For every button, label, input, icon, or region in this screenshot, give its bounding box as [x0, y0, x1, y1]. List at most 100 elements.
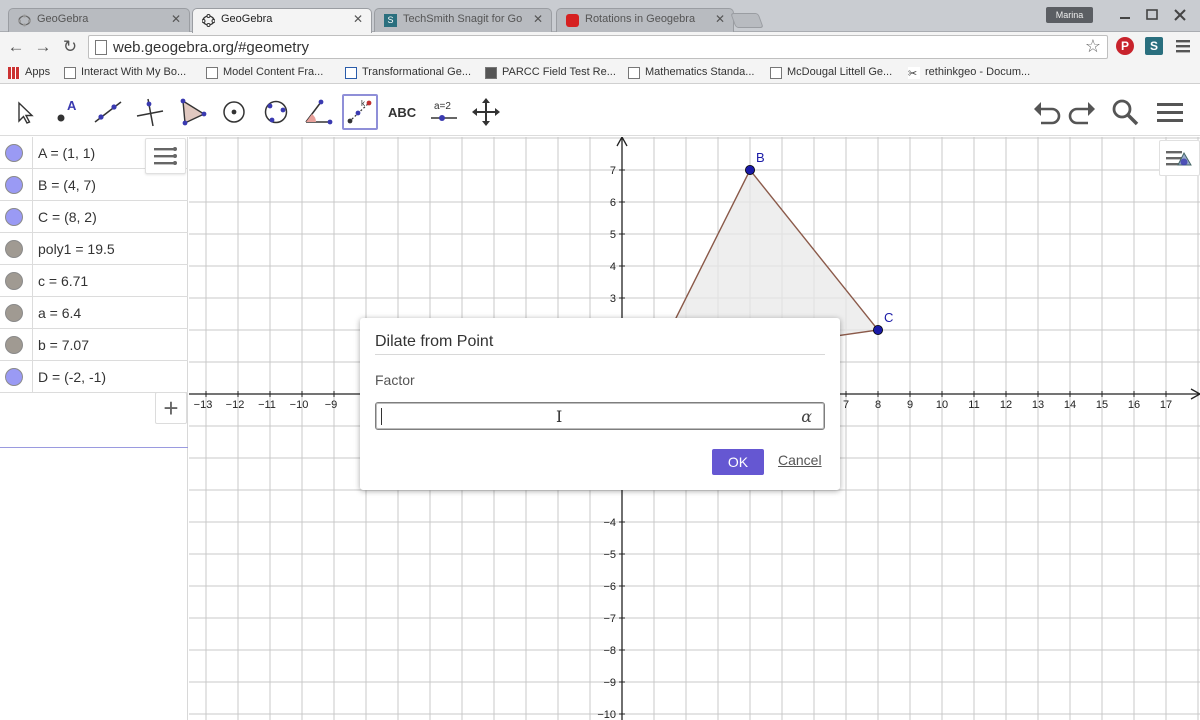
visibility-toggle-icon[interactable] — [5, 368, 23, 386]
point-c[interactable] — [873, 324, 884, 335]
line-tool-button[interactable] — [90, 94, 126, 130]
browser-tab-strip: GeoGebra ✕ GeoGebra ✕ S TechSmith Snagit… — [0, 0, 1200, 33]
bookmark-item[interactable]: Interact With My Bo... — [64, 66, 186, 79]
bookmark-label: Mathematics Standa... — [645, 66, 755, 78]
bookmark-page-icon — [64, 67, 76, 79]
tab-title: GeoGebra — [37, 13, 89, 25]
visibility-toggle-icon[interactable] — [5, 208, 23, 226]
dilate-tool-button[interactable]: k — [342, 94, 378, 130]
algebra-expression: A = (1, 1) — [38, 145, 96, 161]
bookmark-page-icon — [206, 67, 218, 79]
page-icon — [95, 40, 107, 55]
graphics-style-bar-button[interactable] — [1159, 140, 1200, 176]
x-tick-label: 9 — [907, 399, 913, 411]
x-tick-label: 16 — [1128, 399, 1140, 411]
x-tick-label: 8 — [875, 399, 881, 411]
visibility-toggle-icon[interactable] — [5, 272, 23, 290]
ok-button[interactable]: OK — [712, 449, 764, 475]
algebra-style-menu-button[interactable] — [145, 138, 186, 174]
bookmark-item[interactable]: McDougal Littell Ge... — [770, 66, 892, 79]
visibility-toggle-icon[interactable] — [5, 144, 23, 162]
algebra-expression: a = 6.4 — [38, 305, 82, 321]
x-tick-label: 17 — [1160, 399, 1172, 411]
move-graphics-tool-button[interactable] — [468, 94, 504, 130]
chrome-menu-icon[interactable] — [1174, 37, 1192, 55]
svg-text:A: A — [67, 98, 77, 113]
x-tick-label: 10 — [936, 399, 948, 411]
visibility-toggle-icon[interactable] — [5, 336, 23, 354]
bookmark-item[interactable]: Model Content Fra... — [206, 66, 323, 79]
line-icon — [94, 101, 122, 123]
bookmark-item[interactable]: ✂ rethinkgeo - Docum... — [908, 66, 1030, 80]
slider-tool-button[interactable]: a=2 — [426, 94, 462, 130]
visibility-toggle-icon[interactable] — [5, 240, 23, 258]
polygon-tool-button[interactable] — [174, 94, 210, 130]
point-tool-button[interactable]: A — [48, 94, 84, 130]
text-tool-button[interactable]: ABC — [384, 94, 420, 130]
dilate-factor-label: k — [361, 99, 366, 108]
algebra-item[interactable]: D = (-2, -1) — [0, 361, 188, 393]
bookmark-label: Transformational Ge... — [362, 66, 472, 78]
ellipse-tool-button[interactable] — [258, 94, 294, 130]
forward-arrow-icon[interactable]: → — [33, 37, 53, 57]
bookmark-page-icon — [770, 67, 782, 79]
bookmark-item[interactable]: PARCC Field Test Re... — [485, 66, 616, 79]
algebra-item[interactable]: a = 6.4 — [0, 297, 188, 329]
redo-icon[interactable] — [1067, 97, 1097, 127]
algebra-item[interactable]: b = 7.07 — [0, 329, 188, 361]
bookmark-star-icon[interactable]: ☆ — [1085, 36, 1101, 57]
mouse-ibeam-icon: I — [556, 407, 563, 426]
algebra-menu-icon — [154, 147, 177, 165]
bookmark-apps[interactable]: Apps — [8, 66, 50, 79]
search-icon[interactable] — [1110, 97, 1140, 127]
snagit-extension-icon[interactable]: S — [1145, 37, 1163, 55]
tab-close-icon[interactable]: ✕ — [171, 12, 181, 26]
bookmark-page-icon — [628, 67, 640, 79]
tab-rotations[interactable]: Rotations in Geogebra ✕ — [556, 8, 734, 32]
add-object-button[interactable]: + — [155, 392, 187, 424]
visibility-toggle-icon[interactable] — [5, 304, 23, 322]
parcc-icon — [485, 67, 497, 79]
minimize-icon[interactable] — [1113, 6, 1137, 24]
url-bar[interactable]: web.geogebra.org/#geometry ☆ — [88, 35, 1108, 59]
undo-icon[interactable] — [1032, 97, 1062, 127]
move-graphics-icon — [472, 98, 500, 126]
tab-close-icon[interactable]: ✕ — [353, 12, 363, 26]
tab-close-icon[interactable]: ✕ — [715, 12, 725, 26]
factor-label: Factor — [375, 372, 415, 388]
tab-geogebra-2[interactable]: GeoGebra ✕ — [192, 8, 372, 33]
geogebra-favicon-icon — [18, 14, 31, 27]
point-b[interactable] — [745, 164, 756, 175]
row-divider — [32, 297, 33, 328]
tab-geogebra-1[interactable]: GeoGebra ✕ — [8, 8, 190, 32]
bookmark-item[interactable]: Transformational Ge... — [345, 66, 472, 79]
x-tick-label: −13 — [194, 399, 213, 411]
symbol-keyboard-button[interactable]: α — [801, 407, 812, 426]
circle-tool-button[interactable] — [216, 94, 252, 130]
x-tick-label: 12 — [1000, 399, 1012, 411]
move-tool-button[interactable] — [6, 94, 42, 130]
y-tick-label: −7 — [603, 613, 616, 625]
tab-snagit[interactable]: S TechSmith Snagit for Go ✕ — [374, 8, 552, 32]
bookmark-item[interactable]: Mathematics Standa... — [628, 66, 755, 79]
algebra-item[interactable]: C = (8, 2) — [0, 201, 188, 233]
window-close-icon[interactable] — [1168, 6, 1192, 24]
main-menu-icon[interactable] — [1155, 97, 1185, 127]
pinterest-extension-icon[interactable]: P — [1116, 37, 1134, 55]
angle-tool-button[interactable] — [300, 94, 336, 130]
algebra-item[interactable]: c = 6.71 — [0, 265, 188, 297]
perpendicular-line-tool-button[interactable] — [132, 94, 168, 130]
user-profile-badge[interactable]: Marina — [1046, 7, 1093, 23]
algebra-item[interactable]: poly1 = 19.5 — [0, 233, 188, 265]
factor-input[interactable]: I α — [375, 402, 825, 430]
perpendicular-line-icon — [136, 98, 164, 127]
visibility-toggle-icon[interactable] — [5, 176, 23, 194]
new-tab-button[interactable] — [730, 13, 764, 28]
maximize-icon[interactable] — [1140, 6, 1164, 24]
x-tick-label: 13 — [1032, 399, 1044, 411]
cancel-button[interactable]: Cancel — [778, 452, 822, 468]
back-arrow-icon[interactable]: ← — [6, 37, 26, 57]
row-divider — [32, 201, 33, 232]
tab-close-icon[interactable]: ✕ — [533, 12, 543, 26]
reload-icon[interactable]: ↻ — [60, 37, 80, 57]
